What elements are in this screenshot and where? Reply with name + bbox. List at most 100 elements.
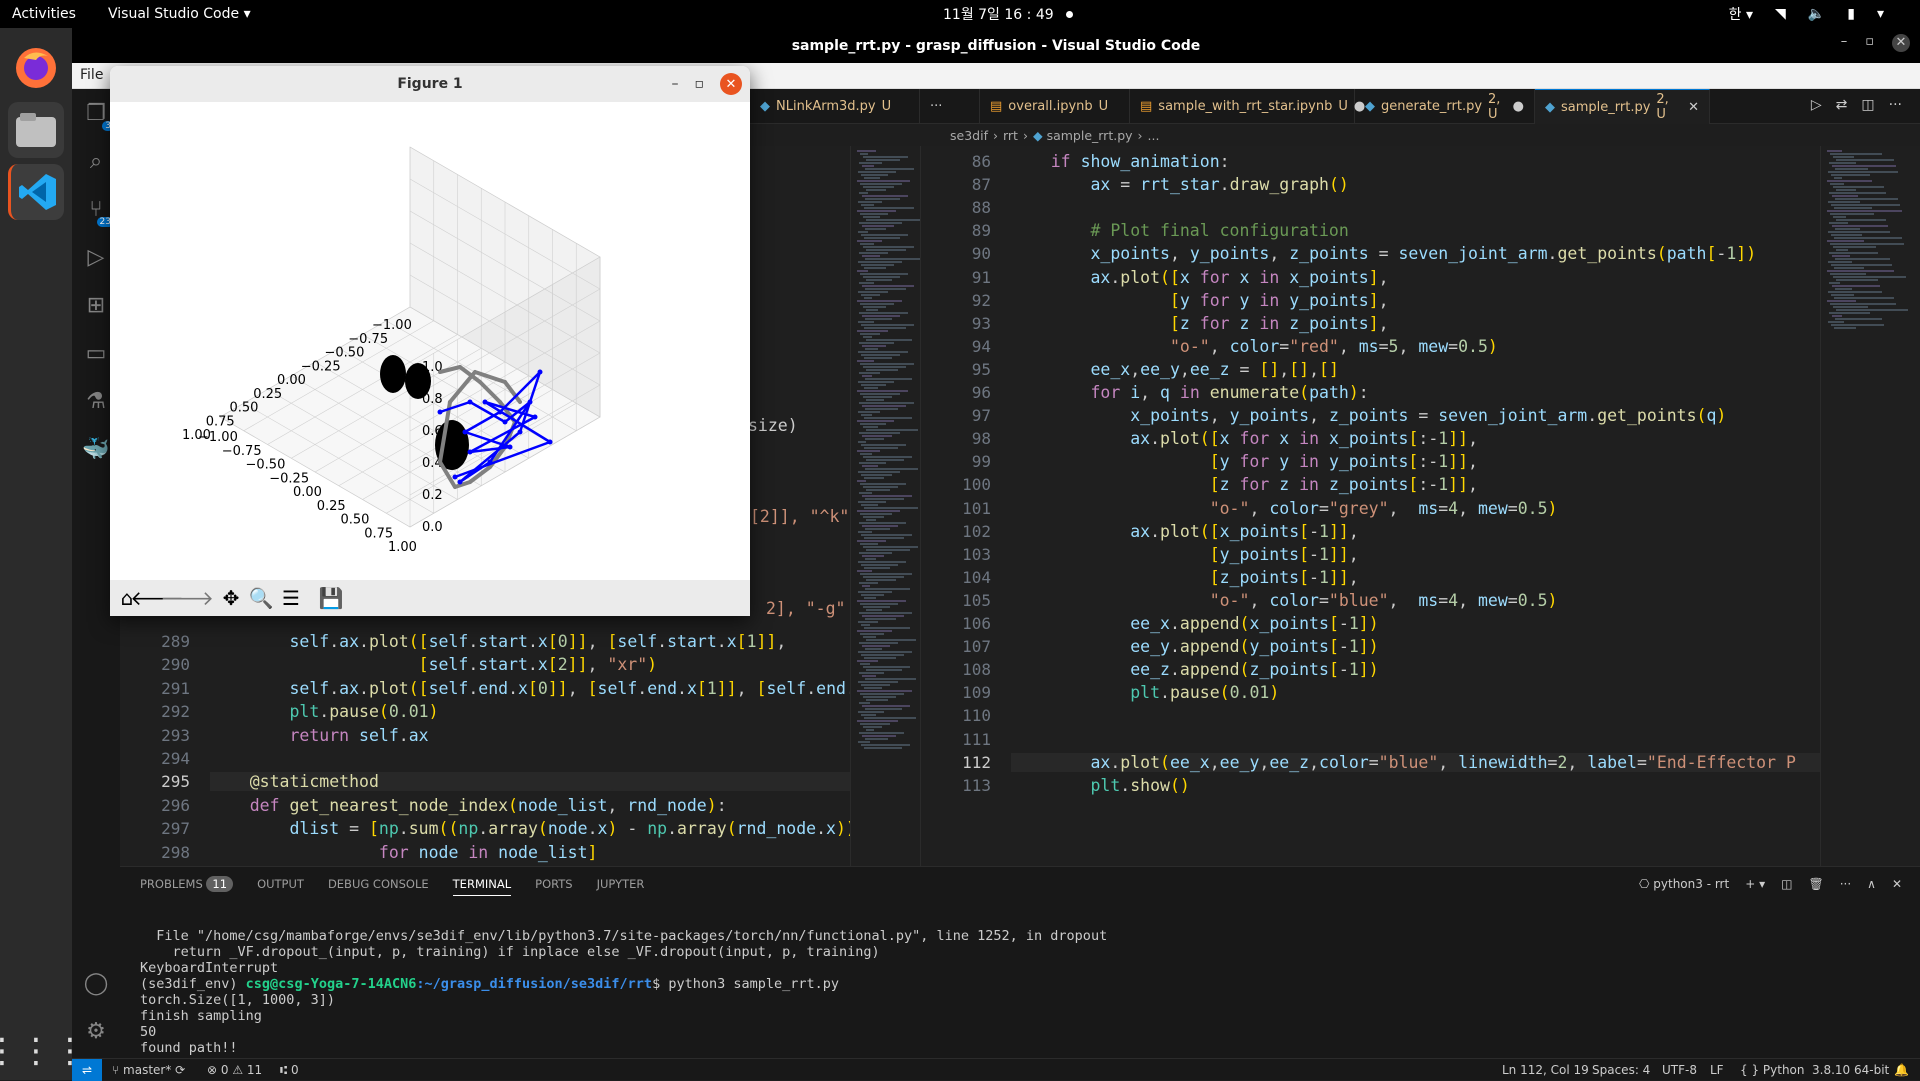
wifi-icon[interactable]: ◥ bbox=[1775, 6, 1786, 22]
language-mode[interactable]: { } Python bbox=[1740, 1063, 1805, 1077]
notifications-icon[interactable]: 🔔 bbox=[1894, 1063, 1909, 1077]
new-terminal-icon[interactable]: + ▾ bbox=[1745, 877, 1765, 891]
tab-sample-with-rrt-star[interactable]: ▤ sample_with_rrt_star.ipynb U ● bbox=[1130, 89, 1365, 124]
minimap-row bbox=[857, 390, 908, 392]
files-icon[interactable] bbox=[8, 102, 64, 158]
terminal-output[interactable]: File "/home/csg/mambaforge/envs/se3dif_e… bbox=[140, 912, 1107, 1072]
kill-terminal-icon[interactable]: 🗑 bbox=[1808, 877, 1823, 891]
figure-titlebar[interactable]: Figure 1 bbox=[110, 66, 750, 102]
minimap-row bbox=[863, 636, 876, 638]
maximize-icon[interactable]: ▫ bbox=[1865, 34, 1874, 52]
branch-indicator[interactable]: ⑂ master* ⟳ bbox=[112, 1063, 185, 1077]
panel-tab-terminal[interactable]: TERMINAL bbox=[452, 877, 512, 896]
vscode-dock-icon[interactable] bbox=[8, 164, 64, 220]
minimize-icon[interactable]: – bbox=[1841, 34, 1848, 52]
battery-icon[interactable]: ▮ bbox=[1847, 6, 1855, 22]
figure-minimize-icon[interactable]: – bbox=[672, 76, 679, 92]
tab-close-icon[interactable]: ✕ bbox=[1688, 100, 1699, 115]
minimap-row bbox=[865, 198, 900, 200]
figure-toolbar: ⌂ 🡐 🡒 ✥ 🔍 ☰ 💾 bbox=[110, 580, 750, 616]
minimap-row bbox=[866, 219, 920, 221]
end-effector-point bbox=[502, 419, 508, 425]
panel-tab-problems[interactable]: PROBLEMS 11 bbox=[140, 876, 234, 896]
minimap-row bbox=[861, 684, 890, 686]
breadcrumb-item[interactable]: ... bbox=[1148, 128, 1160, 143]
save-figure-icon[interactable]: 💾 bbox=[318, 585, 344, 611]
left-minimap[interactable] bbox=[850, 146, 920, 866]
zoom-icon[interactable]: 🔍 bbox=[248, 585, 274, 611]
minimap-row bbox=[863, 516, 884, 518]
minimap-row bbox=[861, 354, 900, 356]
panel-tab-output[interactable]: OUTPUT bbox=[257, 877, 304, 896]
figure-close-icon[interactable]: ✕ bbox=[720, 73, 742, 95]
minimap-row bbox=[864, 447, 898, 449]
run-file-icon[interactable]: ▷ bbox=[1811, 97, 1822, 113]
tab-overflow-button[interactable]: ··· bbox=[920, 89, 980, 124]
configure-subplots-icon[interactable]: ☰ bbox=[278, 585, 304, 611]
compare-icon[interactable]: ⇄ bbox=[1836, 97, 1848, 113]
minimap-row bbox=[866, 189, 886, 191]
volume-icon[interactable]: 🔈 bbox=[1808, 6, 1825, 22]
minimap-row bbox=[862, 495, 912, 497]
pan-icon[interactable]: ✥ bbox=[218, 585, 244, 611]
tab-nlinkarm3d[interactable]: ◆ NLinkArm3d.py U bbox=[750, 89, 920, 124]
terminal-prompt: (se3dif_env) csg@csg-Yoga-7-14ACN6:~/gra… bbox=[140, 976, 839, 992]
split-editor-icon[interactable]: ◫ bbox=[1861, 97, 1874, 113]
firefox-icon[interactable] bbox=[8, 40, 64, 96]
ports-indicator[interactable]: ⑆ 0 bbox=[280, 1063, 299, 1077]
breadcrumb-item[interactable]: sample_rrt.py bbox=[1047, 128, 1133, 143]
minimap-row bbox=[865, 588, 910, 590]
indentation[interactable]: Spaces: 4 bbox=[1592, 1063, 1650, 1077]
show-apps-icon[interactable]: ⋮⋮⋮ bbox=[0, 1023, 87, 1079]
minimap-row bbox=[860, 213, 888, 215]
right-minimap[interactable] bbox=[1820, 146, 1920, 866]
tab-generate-rrt[interactable]: ◆ generate_rrt.py 2, U ● bbox=[1355, 89, 1535, 124]
more-actions-icon[interactable]: ··· bbox=[1889, 97, 1902, 113]
panel-tab-debug-console[interactable]: DEBUG CONSOLE bbox=[328, 877, 429, 896]
end-effector-point bbox=[532, 414, 538, 420]
clock[interactable]: 11월 7일 16 : 49 bbox=[943, 4, 1054, 24]
problems-indicator[interactable]: ⊗ 0 ⚠ 11 bbox=[207, 1063, 262, 1077]
right-editor[interactable]: 86 if show_animation: 87 ax = rrt_star.dr… bbox=[920, 146, 1820, 866]
minimap-row bbox=[862, 225, 894, 227]
code-line: x_points, y_points, z_points = seven_joi… bbox=[1090, 244, 1757, 264]
minimap-row bbox=[857, 330, 888, 332]
code-line: plt.show() bbox=[1090, 775, 1190, 795]
tab-sample-rrt[interactable]: ◆ sample_rrt.py 2, U ✕ bbox=[1535, 89, 1710, 124]
power-menu-icon[interactable]: ▾ bbox=[1877, 6, 1884, 22]
tab-overall-ipynb[interactable]: ▤ overall.ipynb U bbox=[980, 89, 1130, 124]
code-line: ee_z.append(z_points[-1]) bbox=[1130, 660, 1379, 680]
panel-tab-jupyter[interactable]: JUPYTER bbox=[597, 877, 645, 896]
code-line: # Plot final configuration bbox=[1011, 221, 1349, 241]
figure-window[interactable]: Figure 1 – ▫ ✕ 1.0 0.8 0.6 0.4 0.2 0.0 −1.00 −0… bbox=[110, 66, 750, 616]
close-panel-icon[interactable]: ✕ bbox=[1892, 877, 1902, 891]
split-terminal-icon[interactable]: ◫ bbox=[1781, 877, 1792, 891]
input-method-indicator[interactable]: 한 ▾ bbox=[1729, 4, 1753, 24]
minimap-row bbox=[866, 609, 882, 611]
accounts-icon[interactable]: ◯ bbox=[72, 959, 120, 1007]
close-icon[interactable]: ✕ bbox=[1892, 34, 1910, 52]
activities-button[interactable]: Activities bbox=[12, 6, 76, 22]
panel-tab-ports[interactable]: PORTS bbox=[535, 877, 572, 896]
breadcrumb-item[interactable]: rrt bbox=[1003, 128, 1018, 143]
app-menu-button[interactable]: Visual Studio Code ▾ bbox=[108, 6, 251, 22]
remote-indicator-icon[interactable]: ⇌ bbox=[72, 1059, 102, 1081]
breadcrumb-item[interactable]: se3dif bbox=[950, 128, 988, 143]
code-line: for i, q in enumerate(path): bbox=[1090, 383, 1369, 402]
more-actions-icon[interactable]: ··· bbox=[1840, 877, 1851, 891]
eol[interactable]: LF bbox=[1710, 1063, 1724, 1077]
line-number: 94 bbox=[971, 336, 991, 356]
line-number: 86 bbox=[971, 152, 991, 171]
menu-file[interactable]: File bbox=[80, 67, 103, 83]
settings-gear-icon[interactable]: ⚙ bbox=[72, 1007, 120, 1055]
encoding[interactable]: UTF-8 bbox=[1662, 1063, 1697, 1077]
cursor-position[interactable]: Ln 112, Col 19 bbox=[1502, 1063, 1589, 1077]
minimap-row bbox=[1829, 162, 1856, 164]
3d-plot-canvas[interactable]: 1.00.80.60.40.20.0−1.00−0.75−0.50−0.250.… bbox=[110, 102, 750, 580]
forward-arrow-icon[interactable]: 🡒 bbox=[160, 585, 214, 611]
python-interpreter[interactable]: 3.8.10 64-bit bbox=[1812, 1063, 1889, 1077]
maximize-panel-icon[interactable]: ∧ bbox=[1867, 877, 1876, 891]
figure-maximize-icon[interactable]: ▫ bbox=[695, 76, 705, 92]
minimap-row bbox=[864, 717, 916, 719]
terminal-instance[interactable]: ⎔ python3 - rrt bbox=[1639, 877, 1729, 891]
